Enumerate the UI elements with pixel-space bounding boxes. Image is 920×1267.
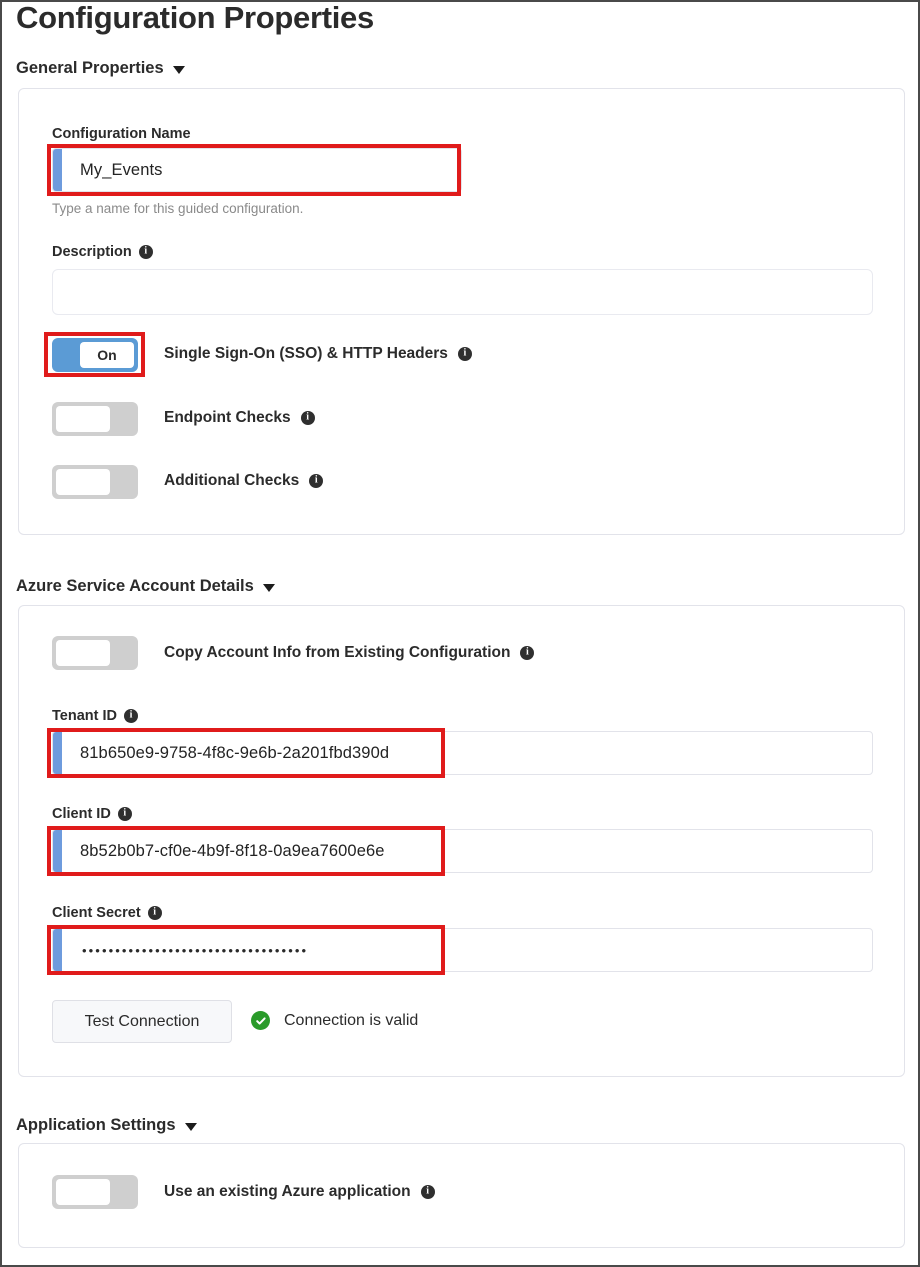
info-icon[interactable]: i xyxy=(300,411,315,425)
toggle-knob xyxy=(56,406,110,432)
configuration-name-value: My_Events xyxy=(80,160,163,179)
info-icon[interactable]: i xyxy=(309,474,324,488)
general-properties-card: Configuration Name My_Events Type a name… xyxy=(18,88,905,535)
info-icon[interactable]: i xyxy=(123,709,138,723)
toggle-endpoint-checks[interactable] xyxy=(52,402,138,436)
info-icon[interactable]: i xyxy=(520,646,535,660)
toggle-knob: On xyxy=(80,342,134,368)
chevron-down-icon[interactable] xyxy=(172,66,185,74)
field-focus-accent xyxy=(53,732,62,774)
section-header-application-settings[interactable]: Application Settings xyxy=(16,1116,197,1135)
section-title-azure-service-account-details: Azure Service Account Details xyxy=(16,577,254,595)
tenant-id-value: 81b650e9-9758-4f8c-9e6b-2a201fbd390d xyxy=(80,743,390,762)
client-secret-value: •••••••••••••••••••••••••••••••••• xyxy=(82,942,309,958)
description-textarea[interactable] xyxy=(52,269,873,315)
azure-service-account-card: Copy Account Info from Existing Configur… xyxy=(18,605,905,1077)
client-id-label: Client ID i xyxy=(52,806,132,822)
application-settings-card: Use an existing Azure application i xyxy=(18,1143,905,1248)
configuration-name-help-text: Type a name for this guided configuratio… xyxy=(52,201,304,216)
toggle-single-sign-on[interactable]: On xyxy=(52,338,138,372)
page-content: Configuration Properties General Propert… xyxy=(2,2,918,1265)
info-icon[interactable]: i xyxy=(117,807,132,821)
section-header-azure-service-account-details[interactable]: Azure Service Account Details xyxy=(16,577,275,596)
toggle-copy-account-info[interactable] xyxy=(52,636,138,670)
chevron-down-icon[interactable] xyxy=(262,584,275,592)
info-icon[interactable]: i xyxy=(138,245,153,259)
tenant-id-label: Tenant ID i xyxy=(52,708,138,724)
test-connection-button[interactable]: Test Connection xyxy=(52,1000,232,1043)
info-icon[interactable]: i xyxy=(147,906,162,920)
toggle-knob xyxy=(56,1179,110,1205)
field-focus-accent xyxy=(53,149,62,191)
page-title: Configuration Properties xyxy=(16,0,374,35)
configuration-name-label: Configuration Name xyxy=(52,126,191,142)
toggle-knob xyxy=(56,469,110,495)
section-title-general-properties: General Properties xyxy=(16,59,164,77)
toggle-additional-checks[interactable] xyxy=(52,465,138,499)
toggle-label-copy-account-info: Copy Account Info from Existing Configur… xyxy=(164,644,535,662)
toggle-label-single-sign-on: Single Sign-On (SSO) & HTTP Headers i xyxy=(164,345,472,363)
connection-status: Connection is valid xyxy=(251,1011,418,1030)
configuration-properties-page: Configuration Properties General Propert… xyxy=(0,0,920,1267)
field-focus-accent xyxy=(53,929,62,971)
toggle-label-additional-checks: Additional Checks i xyxy=(164,472,324,490)
configuration-name-input[interactable]: My_Events xyxy=(52,148,462,192)
field-focus-accent xyxy=(53,830,62,872)
toggle-label-use-existing-azure-application: Use an existing Azure application i xyxy=(164,1183,435,1201)
toggle-use-existing-azure-application[interactable] xyxy=(52,1175,138,1209)
check-circle-icon xyxy=(251,1011,270,1030)
chevron-down-icon[interactable] xyxy=(184,1123,197,1131)
info-icon[interactable]: i xyxy=(420,1185,435,1199)
connection-status-text: Connection is valid xyxy=(284,1011,419,1029)
section-title-application-settings: Application Settings xyxy=(16,1116,176,1134)
client-id-value: 8b52b0b7-cf0e-4b9f-8f18-0a9ea7600e6e xyxy=(80,841,385,860)
client-id-input[interactable]: 8b52b0b7-cf0e-4b9f-8f18-0a9ea7600e6e xyxy=(52,829,873,873)
info-icon[interactable]: i xyxy=(457,347,472,361)
section-header-general-properties[interactable]: General Properties xyxy=(16,59,185,78)
client-secret-label: Client Secret i xyxy=(52,905,162,921)
client-secret-input[interactable]: •••••••••••••••••••••••••••••••••• xyxy=(52,928,873,972)
toggle-label-endpoint-checks: Endpoint Checks i xyxy=(164,409,315,427)
toggle-knob xyxy=(56,640,110,666)
tenant-id-input[interactable]: 81b650e9-9758-4f8c-9e6b-2a201fbd390d xyxy=(52,731,873,775)
description-label: Description i xyxy=(52,244,153,260)
